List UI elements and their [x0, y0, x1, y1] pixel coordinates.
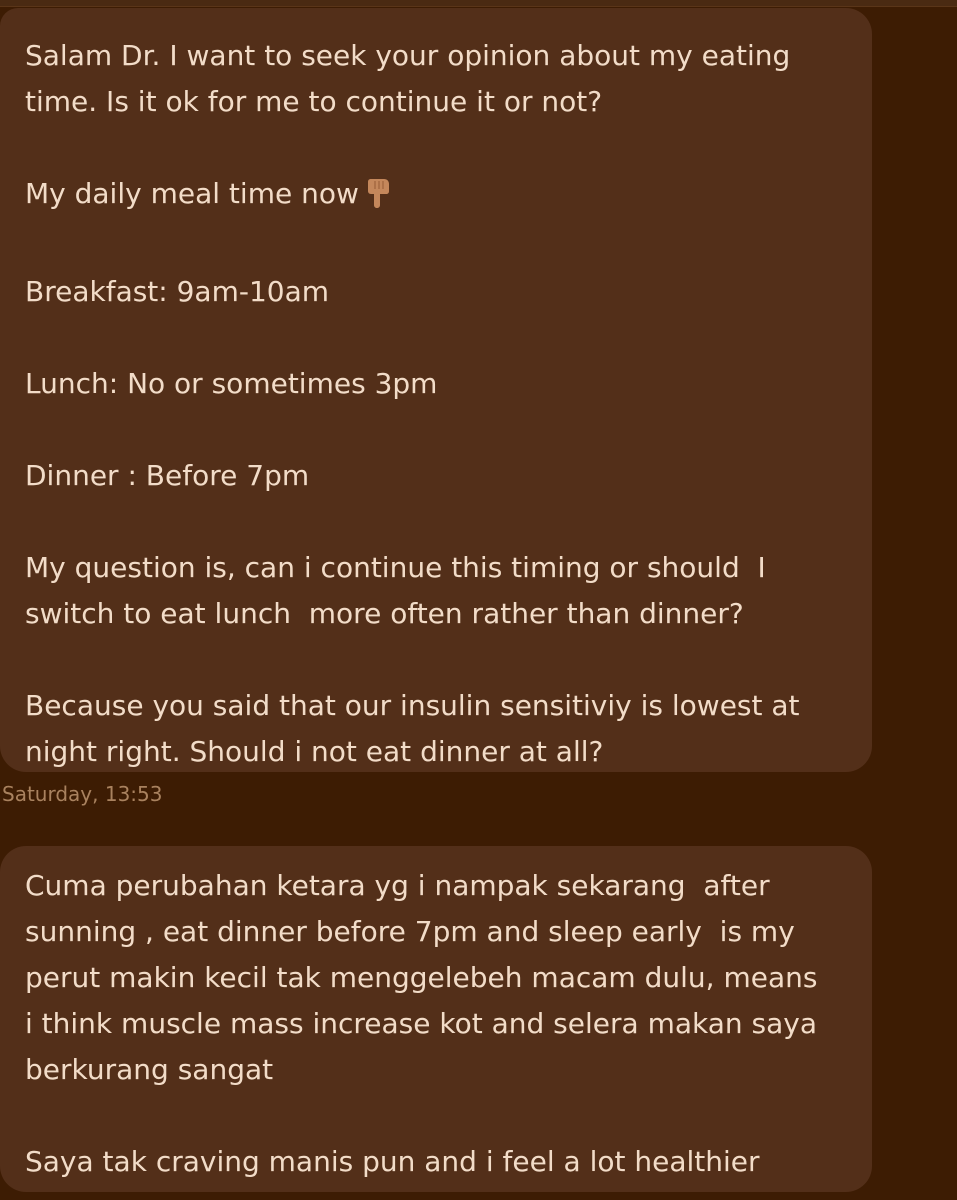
- message-timestamp: Saturday, 13:53: [2, 782, 163, 806]
- message-text: My question is, can i continue this timi…: [25, 551, 775, 630]
- message-bubble[interactable]: Salam Dr. I want to seek your opinion ab…: [0, 8, 872, 772]
- message-text: Cuma perubahan ketara yg i nampak sekara…: [25, 869, 827, 1086]
- message-text: Dinner : Before 7pm: [25, 459, 310, 492]
- message-bubble[interactable]: Cuma perubahan ketara yg i nampak sekara…: [0, 846, 872, 1192]
- message-text: Breakfast: 9am-10am: [25, 275, 330, 308]
- message-text-line: My daily meal time now: [25, 171, 832, 223]
- message-text: Salam Dr. I want to seek your opinion ab…: [25, 39, 800, 118]
- message-text: Because you said that our insulin sensit…: [25, 689, 809, 768]
- message-text: Lunch: No or sometimes 3pm: [25, 367, 438, 400]
- pointing-down-hand-icon: [363, 175, 395, 223]
- message-text: Saya tak craving manis pun and i feel a …: [25, 1145, 760, 1178]
- top-divider: [0, 0, 957, 7]
